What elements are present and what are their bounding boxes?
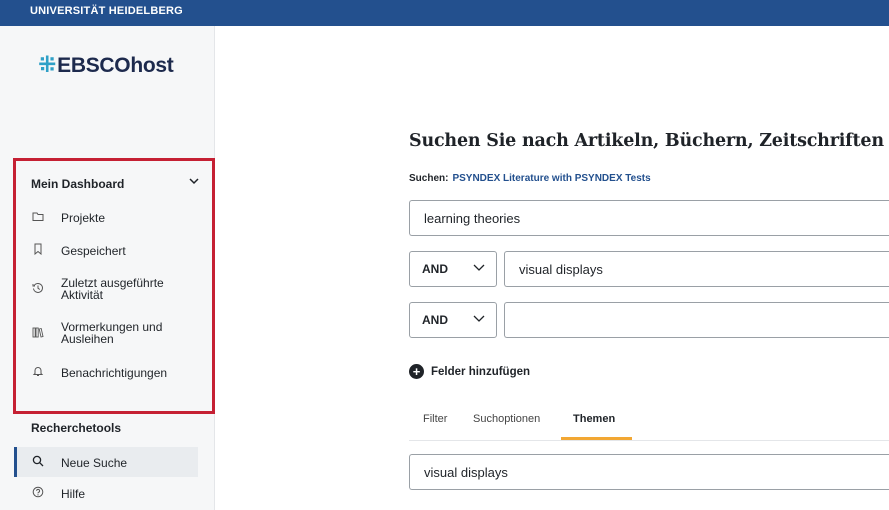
search-tabs: Filter Suchoptionen Themen	[409, 410, 889, 441]
chevron-down-icon	[472, 311, 486, 328]
university-header-bar: UNIVERSITÄT HEIDELBERG	[0, 0, 889, 26]
help-icon	[31, 486, 45, 501]
sidebar-item-label: Projekte	[61, 211, 106, 225]
database-link[interactable]: PSYNDEX Literature with PSYNDEX Tests	[452, 173, 650, 184]
sidebar-item-gespeichert[interactable]: Gespeichert	[31, 243, 126, 258]
search-source-label: Suchen:	[409, 173, 449, 184]
sidebar-item-label: Benachrichtigungen	[61, 365, 168, 380]
tab-filter[interactable]: Filter	[423, 413, 447, 425]
sidebar-item-neue-suche[interactable]: Neue Suche	[31, 455, 127, 470]
main-content: Suchen Sie nach Artikeln, Büchern, Zeits…	[215, 26, 889, 510]
plus-circle-icon: +	[409, 364, 424, 379]
chevron-down-icon[interactable]	[188, 175, 200, 190]
sidebar-item-label-line: Aktivität	[61, 288, 104, 302]
university-name: UNIVERSITÄT HEIDELBERG	[30, 5, 183, 17]
active-tab-underline	[561, 437, 632, 440]
sidebar-item-label-line: Ausleihen	[61, 332, 114, 346]
sidebar-item-projekte[interactable]: Projekte	[31, 211, 105, 225]
sidebar-item-label: Gespeichert	[61, 243, 126, 258]
sidebar-item-label: Hilfe	[61, 486, 86, 501]
sidebar-item-vormerkungen-und-ausleihen[interactable]: Vormerkungen und Ausleihen	[31, 321, 162, 345]
page-title: Suchen Sie nach Artikeln, Büchern, Zeits…	[409, 131, 884, 151]
boolean-operator-value: AND	[422, 313, 448, 327]
dashboard-title: Mein Dashboard	[31, 177, 125, 191]
subject-input[interactable]: visual displays	[409, 454, 889, 490]
add-fields-label: Felder hinzufügen	[431, 365, 531, 378]
ebscohost-logo[interactable]: ⁜EBSCOhost	[38, 52, 174, 78]
sidebar-item-label: Neue Suche	[61, 455, 128, 470]
history-icon	[31, 282, 45, 297]
ebsco-logo-mark-icon: ⁜	[38, 52, 57, 77]
sidebar-item-benachrichtigungen[interactable]: Benachrichtigungen	[31, 365, 167, 380]
boolean-operator-select-3[interactable]: AND	[409, 302, 497, 338]
search-input-3[interactable]	[504, 302, 889, 338]
sidebar-item-hilfe[interactable]: Hilfe	[31, 486, 85, 501]
chevron-down-icon	[472, 260, 486, 277]
research-tools-title: Recherchetools	[31, 421, 122, 435]
logo-text: EBSCOhost	[57, 54, 174, 77]
search-input-2[interactable]: visual displays	[504, 251, 889, 287]
bookmark-icon	[31, 243, 45, 258]
add-fields-button[interactable]: + Felder hinzufügen	[409, 364, 530, 379]
sidebar-item-zuletzt-ausgefuehrte-aktivitaet[interactable]: Zuletzt ausgeführte Aktivität	[31, 277, 164, 301]
boolean-operator-value: AND	[422, 262, 448, 276]
folder-icon	[31, 211, 45, 225]
search-input-1[interactable]: learning theories	[409, 200, 889, 236]
bell-icon	[31, 365, 45, 380]
boolean-operator-select-2[interactable]: AND	[409, 251, 497, 287]
search-icon	[31, 455, 45, 470]
tab-suchoptionen[interactable]: Suchoptionen	[473, 413, 540, 425]
search-source: Suchen: PSYNDEX Literature with PSYNDEX T…	[409, 173, 651, 184]
books-icon	[31, 326, 45, 341]
tab-themen[interactable]: Themen	[573, 413, 615, 425]
